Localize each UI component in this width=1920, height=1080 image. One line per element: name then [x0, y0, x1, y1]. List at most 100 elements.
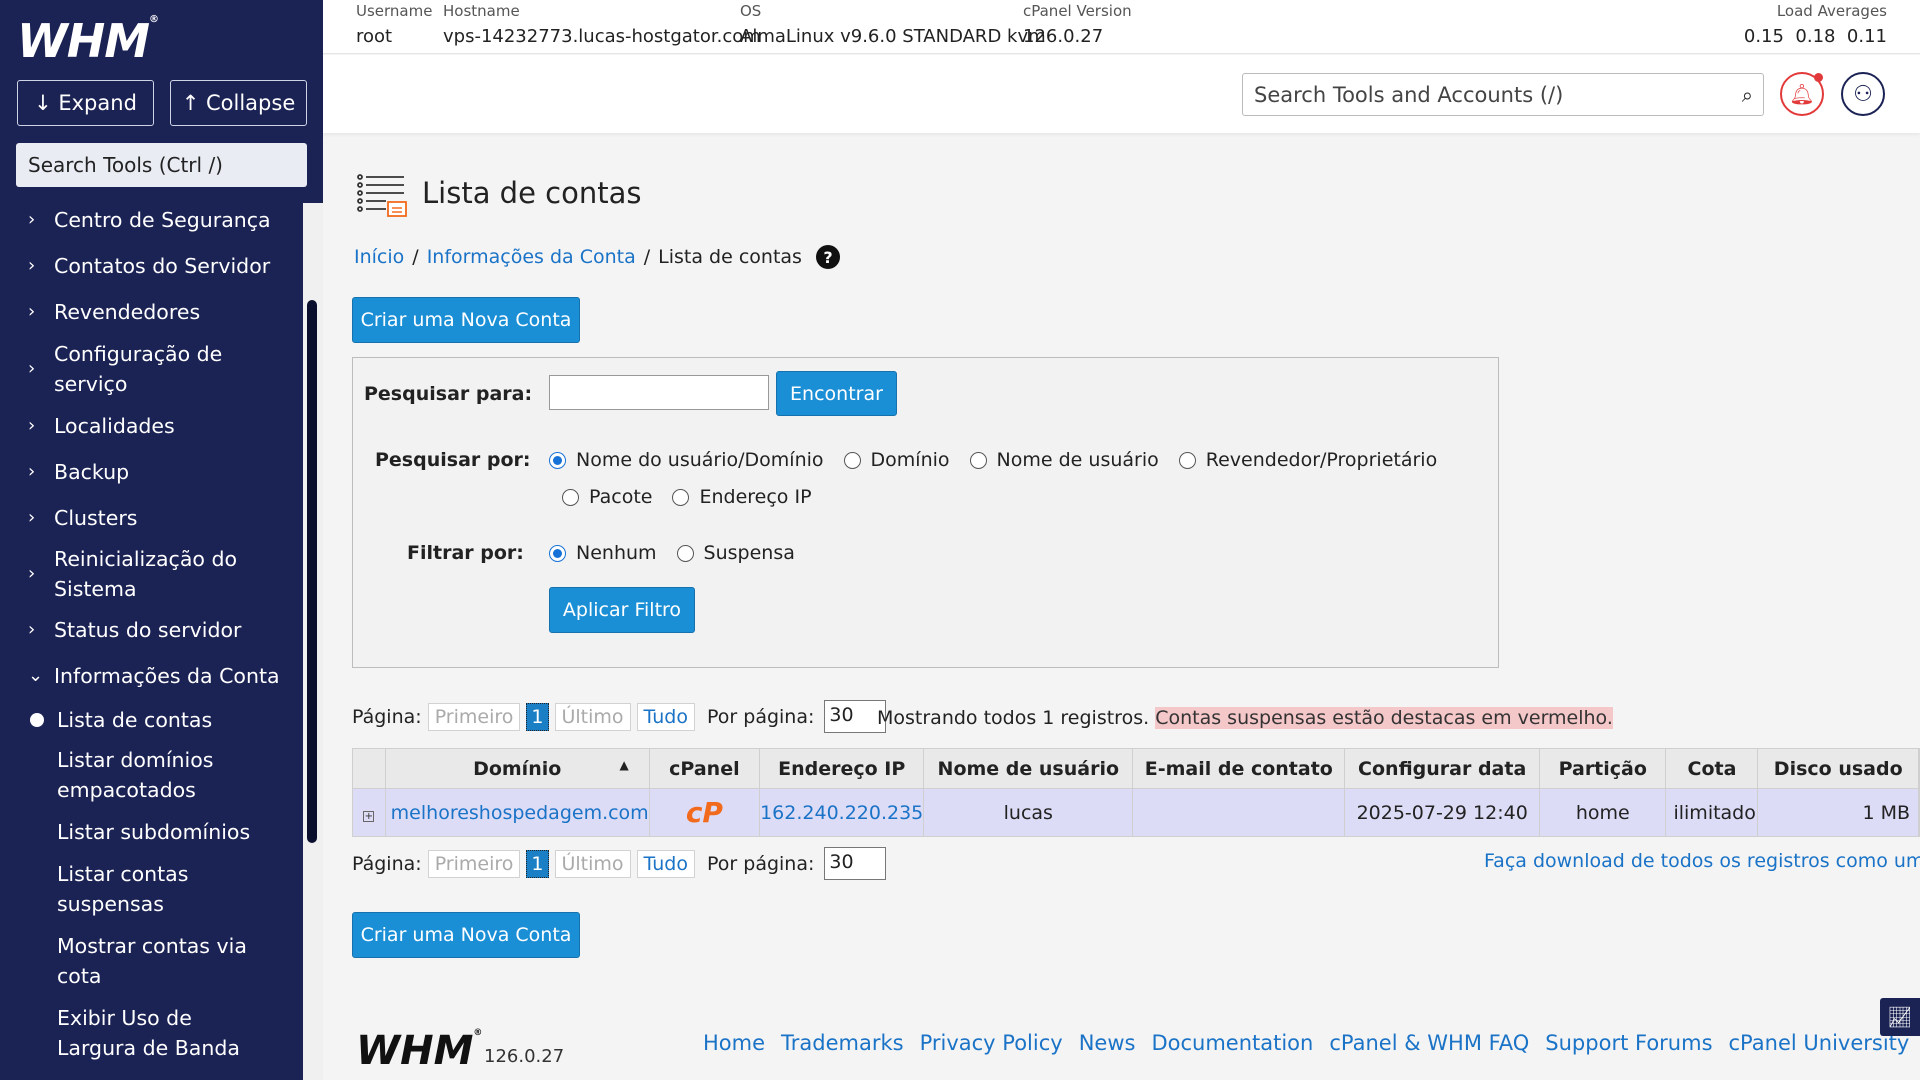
all-pages-button[interactable]: Tudo [636, 849, 695, 878]
sidebar-scrollbar[interactable] [307, 300, 317, 843]
column-header-ip[interactable]: Endereço IP [759, 748, 925, 789]
top-header: Search Tools and Accounts (/) ⌕ 🔔︎ ⚇ [323, 55, 1920, 133]
breadcrumb-section-link[interactable]: Informações da Conta [427, 246, 636, 268]
column-header-setup-date[interactable]: Configurar data [1344, 748, 1541, 789]
sidebar-subitem-subdomains[interactable]: Listar subdomínios [0, 817, 250, 847]
create-account-button[interactable]: Criar uma Nova Conta [352, 297, 580, 343]
footer-link-faq[interactable]: cPanel & WHM FAQ [1329, 1031, 1529, 1055]
page-label: Página: [352, 852, 422, 875]
sort-ascending-icon: ▲ [619, 757, 629, 772]
tools-accounts-search-input[interactable]: Search Tools and Accounts (/) ⌕ [1242, 73, 1764, 116]
radio-filter-suspended[interactable]: Suspensa [676, 542, 795, 564]
column-header-disk-used[interactable]: Disco usado [1757, 748, 1919, 789]
sidebar: WHM® ↓ Expand ↑ Collapse Search Tools (C… [0, 0, 323, 1080]
chevron-right-icon: › [28, 415, 36, 436]
sidebar-item-service-config[interactable]: › Configuração de serviço [0, 339, 280, 399]
pager-top: Página: Primeiro 1 Último Tudo Por págin… [352, 700, 887, 733]
chevron-right-icon: › [28, 255, 36, 276]
sidebar-search-input[interactable]: Search Tools (Ctrl /) [16, 143, 307, 187]
search-for-label: Pesquisar para: [364, 383, 533, 405]
chevron-right-icon: › [28, 619, 36, 640]
footer-link-documentation[interactable]: Documentation [1151, 1031, 1313, 1055]
sidebar-item-backup[interactable]: › Backup [0, 457, 129, 487]
search-for-input[interactable] [549, 375, 769, 410]
breadcrumb-current: Lista de contas [658, 246, 802, 268]
ip-link[interactable]: 162.240.220.235 [760, 802, 923, 824]
column-header-partition[interactable]: Partição [1539, 748, 1667, 789]
radio-unchecked-icon [672, 488, 690, 506]
find-button[interactable]: Encontrar [776, 371, 897, 416]
sidebar-item-security-center[interactable]: › Centro de Segurança [0, 205, 271, 235]
analytics-chart-icon[interactable]: 📈︎ [1880, 998, 1920, 1036]
expand-row-icon[interactable]: + [363, 810, 375, 822]
all-pages-button[interactable]: Tudo [636, 702, 695, 731]
ip-cell: 162.240.220.235 [759, 788, 925, 837]
footer-links: Home Trademarks Privacy Policy News Docu… [703, 1031, 1909, 1055]
sidebar-header: WHM® ↓ Expand ↑ Collapse Search Tools (C… [0, 0, 323, 203]
expand-button[interactable]: ↓ Expand [17, 80, 154, 126]
sidebar-item-server-status[interactable]: › Status do servidor [0, 615, 241, 645]
sidebar-item-resellers[interactable]: › Revendedores [0, 297, 200, 327]
search-by-options-row2: Pacote Endereço IP [562, 486, 832, 508]
column-header-username[interactable]: Nome de usuário [923, 748, 1134, 789]
sidebar-item-label: Informações da Conta [54, 664, 280, 688]
sidebar-subitem-suspended-accounts[interactable]: Listar contas suspensas [0, 859, 250, 919]
footer-link-forums[interactable]: Support Forums [1545, 1031, 1712, 1055]
email-cell [1132, 788, 1346, 837]
notification-badge [1814, 73, 1823, 82]
collapse-button[interactable]: ↑ Collapse [170, 80, 307, 126]
radio-checked-icon [549, 451, 566, 469]
column-header-cpanel[interactable]: cPanel [648, 748, 761, 789]
user-account-icon[interactable]: ⚇ [1841, 72, 1885, 116]
chevron-down-icon: ⌄ [28, 665, 44, 686]
sidebar-subitem-parked-domains[interactable]: Listar domínios empacotados [0, 745, 270, 805]
last-page-button[interactable]: Último [554, 702, 631, 731]
download-records-link[interactable]: Faça download de todos os registros como… [1484, 850, 1920, 872]
column-header-domain[interactable]: Domínio ▲ [384, 748, 650, 789]
apply-filter-button[interactable]: Aplicar Filtro [549, 587, 695, 633]
sidebar-item-label: Status do servidor [54, 618, 242, 642]
domain-link[interactable]: melhoreshospedagem.com [391, 802, 649, 824]
cpanel-login-icon[interactable]: cP [686, 796, 723, 829]
radio-reseller-owner[interactable]: Revendedor/Proprietário [1178, 449, 1437, 471]
current-page-button[interactable]: 1 [526, 849, 549, 878]
help-icon[interactable]: ? [815, 245, 840, 269]
last-page-button[interactable]: Último [554, 849, 631, 878]
sidebar-item-clusters[interactable]: › Clusters [0, 503, 137, 533]
sidebar-subitem-list-accounts[interactable]: Lista de contas [0, 705, 212, 735]
footer-link-home[interactable]: Home [703, 1031, 765, 1055]
sidebar-subitem-bandwidth[interactable]: Exibir Uso de Largura de Banda [0, 1003, 270, 1063]
sidebar-item-server-contacts[interactable]: › Contatos do Servidor [0, 251, 270, 281]
radio-filter-none[interactable]: Nenhum [549, 542, 657, 564]
footer-link-trademarks[interactable]: Trademarks [781, 1031, 904, 1055]
sidebar-item-system-reboot[interactable]: › Reinicialização do Sistema [0, 544, 280, 604]
records-status: Mostrando todos 1 registros. Contas susp… [877, 707, 1613, 729]
sidebar-item-account-info[interactable]: ⌄ Informações da Conta [0, 661, 280, 691]
radio-domain[interactable]: Domínio [843, 449, 950, 471]
column-header-quota[interactable]: Cota [1665, 748, 1759, 789]
whm-logo[interactable]: WHM® [17, 14, 159, 68]
search-icon[interactable]: ⌕ [1742, 83, 1753, 107]
radio-user-domain[interactable]: Nome do usuário/Domínio [549, 449, 824, 471]
sidebar-subitem-accounts-by-quota[interactable]: Mostrar contas via cota [0, 931, 250, 991]
radio-unchecked-icon [676, 544, 694, 562]
current-page-button[interactable]: 1 [526, 702, 549, 731]
sidebar-item-locales[interactable]: › Localidades [0, 411, 175, 441]
create-account-button-bottom[interactable]: Criar uma Nova Conta [352, 912, 580, 958]
radio-username[interactable]: Nome de usuário [969, 449, 1159, 471]
breadcrumb-home-link[interactable]: Início [354, 246, 404, 268]
radio-package[interactable]: Pacote [562, 486, 652, 508]
footer-link-news[interactable]: News [1079, 1031, 1136, 1055]
first-page-button[interactable]: Primeiro [427, 849, 521, 878]
column-header-email[interactable]: E-mail de contato [1132, 748, 1346, 789]
radio-ip-address[interactable]: Endereço IP [672, 486, 812, 508]
per-page-input[interactable]: 30 [824, 847, 887, 880]
per-page-label: Por página: [707, 705, 815, 728]
footer-link-privacy[interactable]: Privacy Policy [920, 1031, 1063, 1055]
quota-cell: ilimitado [1665, 788, 1759, 837]
pager-bottom: Página: Primeiro 1 Último Tudo Por págin… [352, 847, 887, 880]
sidebar-item-label: Centro de Segurança [54, 208, 271, 232]
chevron-right-icon: › [28, 507, 36, 528]
sidebar-item-label: Localidades [54, 414, 175, 438]
first-page-button[interactable]: Primeiro [427, 702, 521, 731]
